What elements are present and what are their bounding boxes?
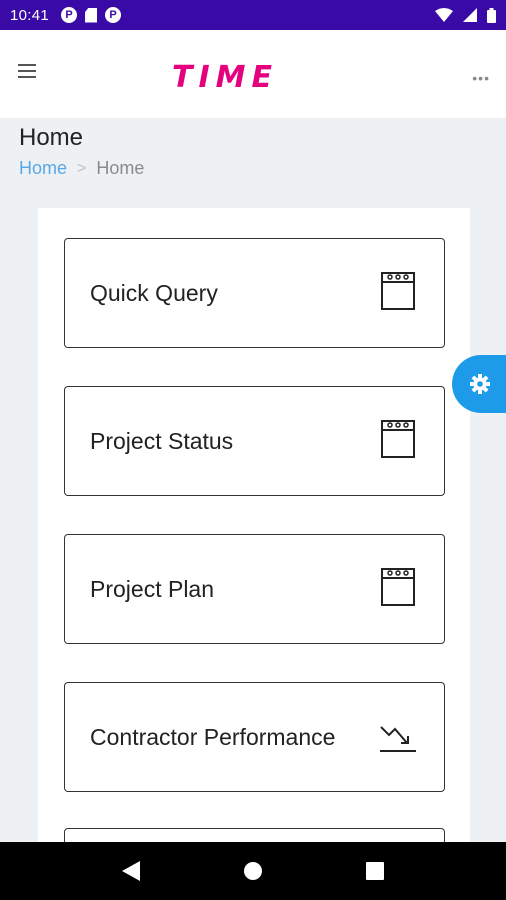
breadcrumb-home-link[interactable]: Home — [19, 158, 67, 179]
card-label: Project Plan — [90, 575, 215, 602]
page-title: Home — [19, 124, 84, 151]
home-icon[interactable] — [243, 861, 263, 881]
breadcrumb-current: Home — [96, 158, 145, 178]
card-label: Contractor Performance — [90, 723, 336, 750]
system-nav-bar — [0, 842, 506, 900]
notepad-icon — [381, 272, 415, 310]
signal-icon — [463, 8, 477, 22]
app-header: TIME ••• — [0, 30, 506, 118]
card-label: Project Status — [90, 427, 234, 454]
battery-icon — [487, 7, 496, 23]
status-system-icons — [435, 7, 496, 23]
project-plan-card[interactable]: Project Plan — [64, 534, 445, 644]
hamburger-menu-icon[interactable] — [18, 64, 40, 82]
status-time: 10:41 — [10, 6, 50, 24]
trend-down-icon — [380, 726, 416, 752]
back-icon[interactable] — [121, 861, 140, 881]
recents-icon[interactable] — [366, 862, 385, 880]
breadcrumb: Home > Home — [19, 158, 144, 179]
quick-query-card[interactable]: Quick Query — [64, 238, 445, 348]
settings-button[interactable] — [452, 355, 506, 413]
wifi-icon — [435, 8, 453, 22]
project-status-card[interactable]: Project Status — [64, 386, 445, 496]
gear-icon — [470, 374, 490, 394]
status-bar: 10:41 P P — [0, 0, 506, 30]
p-notification-icon: P — [105, 7, 122, 23]
sd-card-icon — [85, 7, 98, 23]
notepad-icon — [381, 568, 415, 606]
more-options-icon[interactable]: ••• — [472, 70, 490, 86]
brand-logo: TIME — [172, 60, 278, 95]
contractor-performance-card[interactable]: Contractor Performance — [64, 682, 445, 792]
chevron-right-icon: > — [77, 159, 87, 177]
status-notification-icons: P P — [61, 7, 122, 23]
p-notification-icon: P — [61, 7, 78, 23]
card-label: Quick Query — [90, 279, 218, 306]
notepad-icon — [381, 420, 415, 458]
